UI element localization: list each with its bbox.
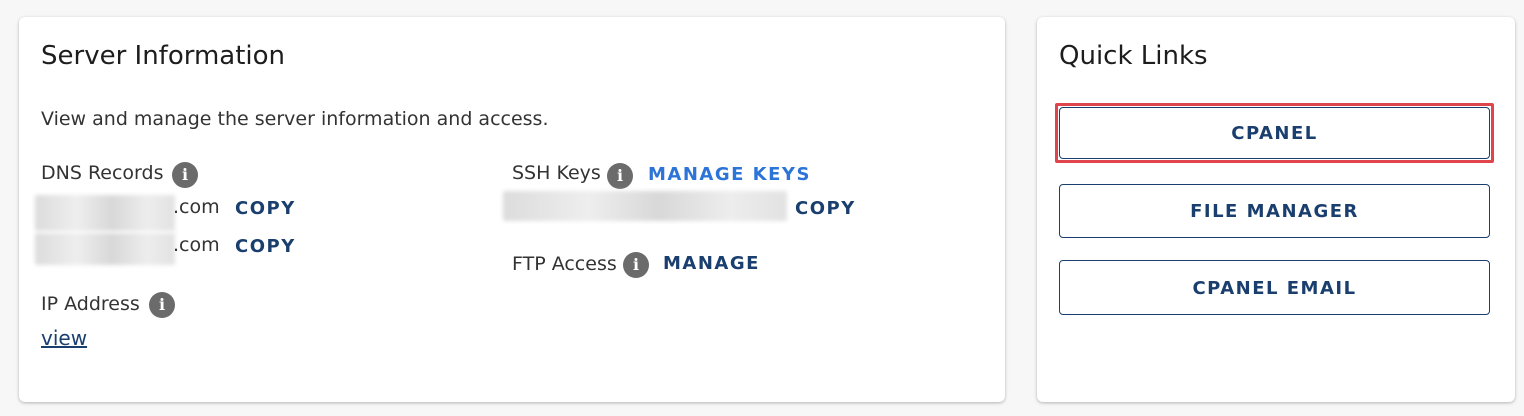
ip-address-label: IP Address bbox=[41, 293, 140, 315]
server-information-description: View and manage the server information a… bbox=[41, 108, 549, 130]
ssh-key-copy-button[interactable]: COPY bbox=[795, 198, 856, 219]
quick-links-card: Quick Links CPANEL FILE MANAGER CPANEL E… bbox=[1037, 17, 1515, 402]
file-manager-button[interactable]: FILE MANAGER bbox=[1059, 184, 1490, 238]
server-information-title: Server Information bbox=[41, 41, 286, 71]
dns-record-2-suffix: .com bbox=[173, 234, 220, 256]
ip-address-info-icon[interactable]: i bbox=[149, 292, 175, 318]
ssh-keys-label: SSH Keys bbox=[512, 162, 601, 184]
dns-record-2-copy-button[interactable]: COPY bbox=[235, 236, 296, 257]
server-information-card: Server Information View and manage the s… bbox=[19, 17, 1005, 402]
ip-address-view-link[interactable]: view bbox=[41, 326, 87, 350]
quick-links-title: Quick Links bbox=[1059, 41, 1208, 71]
ssh-keys-info-icon[interactable]: i bbox=[607, 163, 633, 189]
ftp-access-label: FTP Access bbox=[512, 253, 617, 275]
dns-records-label: DNS Records bbox=[41, 162, 164, 184]
ftp-manage-link[interactable]: MANAGE bbox=[663, 253, 760, 274]
dns-record-2-redacted bbox=[35, 233, 175, 265]
dns-record-1-suffix: .com bbox=[173, 196, 220, 218]
dns-records-info-icon[interactable]: i bbox=[172, 162, 198, 188]
cpanel-button[interactable]: CPANEL bbox=[1059, 107, 1490, 159]
ssh-key-redacted bbox=[503, 191, 787, 221]
dns-record-1-redacted bbox=[35, 195, 175, 231]
cpanel-email-button[interactable]: CPANEL EMAIL bbox=[1059, 260, 1490, 315]
ftp-access-info-icon[interactable]: i bbox=[623, 252, 649, 278]
ssh-manage-keys-link[interactable]: MANAGE KEYS bbox=[648, 164, 811, 185]
dns-record-1-copy-button[interactable]: COPY bbox=[235, 198, 296, 219]
